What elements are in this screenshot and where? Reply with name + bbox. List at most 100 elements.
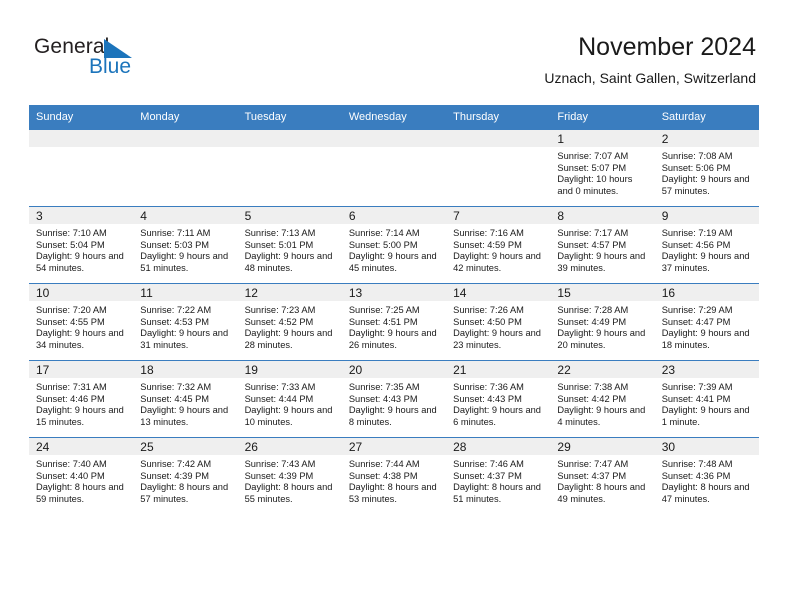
daylight-text: Daylight: 10 hours and 0 minutes.	[557, 174, 633, 196]
calendar-day-cell[interactable]: 1 Sunrise: 7:07 AM Sunset: 5:07 PM Daylight…	[550, 129, 655, 207]
day-details: Sunrise: 7:17 AM Sunset: 4:57 PM Daylight:…	[550, 224, 654, 274]
sunrise-text: Sunrise: 7:23 AM	[244, 305, 316, 315]
sunset-text: Sunset: 4:46 PM	[36, 393, 105, 404]
sunrise-text: Sunrise: 7:26 AM	[453, 305, 524, 315]
calendar-day-cell[interactable]: 16 Sunrise: 7:29 AM Sunset: 4:47 PM Dayligh…	[654, 283, 759, 361]
calendar-week-row: 1 Sunrise: 7:07 AM Sunset: 5:07 PM Daylight…	[29, 129, 759, 207]
daylight-text: Daylight: 9 hours and 23 minutes.	[453, 328, 541, 350]
day-details: Sunrise: 7:07 AM Sunset: 5:07 PM Daylight:…	[550, 147, 654, 197]
day-number: 4	[133, 207, 238, 224]
day-number: 26	[237, 438, 342, 455]
calendar-day-cell[interactable]: 14 Sunrise: 7:26 AM Sunset: 4:50 PM Dayligh…	[446, 283, 551, 361]
day-details: Sunrise: 7:43 AM Sunset: 4:39 PM Daylight:…	[238, 455, 342, 505]
sunrise-text: Sunrise: 7:14 AM	[348, 228, 420, 238]
calendar-day-cell[interactable]: 25 Sunrise: 7:42 AM Sunset: 4:39 PM Dayligh…	[133, 437, 238, 514]
day-number: 7	[446, 207, 551, 224]
daylight-text: Daylight: 9 hours and 20 minutes.	[557, 328, 646, 350]
day-details: Sunrise: 7:14 AM Sunset: 5:00 PM Daylight:…	[342, 224, 446, 274]
sunrise-text: Sunrise: 7:17 AM	[557, 228, 629, 238]
calendar-week-row: 24 Sunrise: 7:40 AM Sunset: 4:40 PM Dayligh…	[29, 437, 759, 514]
daylight-text: Daylight: 8 hours and 49 minutes.	[557, 482, 646, 504]
day-details: Sunrise: 7:31 AM Sunset: 4:46 PM Daylight:…	[29, 378, 133, 428]
daylight-text: Daylight: 9 hours and 39 minutes.	[557, 251, 646, 273]
sunset-text: Sunset: 4:56 PM	[661, 239, 731, 250]
daylight-text: Daylight: 9 hours and 42 minutes.	[453, 251, 541, 273]
sunset-text: Sunset: 4:39 PM	[244, 470, 314, 481]
day-number	[341, 130, 447, 147]
calendar-day-cell[interactable]: 11 Sunrise: 7:22 AM Sunset: 4:53 PM Dayligh…	[133, 283, 238, 361]
calendar-day-cell[interactable]: 13 Sunrise: 7:25 AM Sunset: 4:51 PM Dayligh…	[341, 283, 447, 361]
daylight-text: Daylight: 9 hours and 26 minutes.	[348, 328, 437, 350]
calendar-day-cell[interactable]: 27 Sunrise: 7:44 AM Sunset: 4:38 PM Dayligh…	[341, 437, 447, 514]
sunrise-text: Sunrise: 7:22 AM	[140, 305, 212, 315]
calendar-day-cell[interactable]: 8 Sunrise: 7:17 AM Sunset: 4:57 PM Daylight…	[550, 206, 655, 284]
day-number: 3	[29, 207, 134, 224]
day-number: 21	[446, 361, 551, 378]
day-number: 20	[341, 361, 447, 378]
calendar-day-cell[interactable]: 10 Sunrise: 7:20 AM Sunset: 4:55 PM Dayligh…	[29, 283, 134, 361]
calendar-day-cell[interactable]: 6 Sunrise: 7:14 AM Sunset: 5:00 PM Daylight…	[341, 206, 447, 284]
day-number: 23	[654, 361, 759, 378]
sunset-text: Sunset: 4:55 PM	[36, 316, 105, 327]
daylight-text: Daylight: 9 hours and 54 minutes.	[36, 251, 124, 273]
sunrise-text: Sunrise: 7:11 AM	[140, 228, 211, 238]
calendar-day-cell[interactable]: 5 Sunrise: 7:13 AM Sunset: 5:01 PM Daylight…	[237, 206, 342, 284]
sunset-text: Sunset: 4:37 PM	[557, 470, 627, 481]
daylight-text: Daylight: 8 hours and 53 minutes.	[348, 482, 437, 504]
sunrise-text: Sunrise: 7:42 AM	[140, 459, 212, 469]
day-number: 6	[341, 207, 447, 224]
calendar-day-cell[interactable]: 15 Sunrise: 7:28 AM Sunset: 4:49 PM Dayligh…	[550, 283, 655, 361]
daylight-text: Daylight: 9 hours and 1 minute.	[661, 405, 750, 427]
calendar-day-cell[interactable]: 17 Sunrise: 7:31 AM Sunset: 4:46 PM Dayligh…	[29, 360, 134, 438]
day-number: 1	[550, 130, 655, 147]
calendar-day-cell[interactable]: 24 Sunrise: 7:40 AM Sunset: 4:40 PM Dayligh…	[29, 437, 134, 514]
sunrise-text: Sunrise: 7:28 AM	[557, 305, 629, 315]
calendar-day-cell[interactable]: 2 Sunrise: 7:08 AM Sunset: 5:06 PM Daylight…	[654, 129, 759, 207]
day-number: 14	[446, 284, 551, 301]
day-number: 19	[237, 361, 342, 378]
daylight-text: Daylight: 9 hours and 48 minutes.	[244, 251, 333, 273]
calendar-day-cell[interactable]: 18 Sunrise: 7:32 AM Sunset: 4:45 PM Dayligh…	[133, 360, 238, 438]
calendar-cell-empty	[237, 129, 342, 207]
day-number: 27	[341, 438, 447, 455]
calendar-day-cell[interactable]: 29 Sunrise: 7:47 AM Sunset: 4:37 PM Dayligh…	[550, 437, 655, 514]
daylight-text: Daylight: 9 hours and 31 minutes.	[140, 328, 229, 350]
sunset-text: Sunset: 4:51 PM	[348, 316, 418, 327]
sunset-text: Sunset: 5:01 PM	[244, 239, 314, 250]
daylight-text: Daylight: 8 hours and 55 minutes.	[244, 482, 333, 504]
weekday-header-saturday: Saturday	[654, 105, 759, 130]
sunrise-text: Sunrise: 7:39 AM	[661, 382, 733, 392]
day-details: Sunrise: 7:46 AM Sunset: 4:37 PM Daylight:…	[446, 455, 550, 505]
day-details: Sunrise: 7:48 AM Sunset: 4:36 PM Daylight:…	[655, 455, 759, 505]
sunset-text: Sunset: 4:37 PM	[453, 470, 522, 481]
day-details: Sunrise: 7:08 AM Sunset: 5:06 PM Daylight:…	[655, 147, 759, 197]
calendar-day-cell[interactable]: 28 Sunrise: 7:46 AM Sunset: 4:37 PM Dayligh…	[446, 437, 551, 514]
day-number	[237, 130, 342, 147]
sunrise-text: Sunrise: 7:10 AM	[36, 228, 107, 238]
calendar-day-cell[interactable]: 30 Sunrise: 7:48 AM Sunset: 4:36 PM Dayligh…	[654, 437, 759, 514]
calendar-day-cell[interactable]: 21 Sunrise: 7:36 AM Sunset: 4:43 PM Dayligh…	[446, 360, 551, 438]
page-header: General Blue November 2024 Uznach, Saint…	[0, 0, 792, 100]
daylight-text: Daylight: 9 hours and 57 minutes.	[661, 174, 750, 196]
daylight-text: Daylight: 9 hours and 13 minutes.	[140, 405, 229, 427]
day-number	[133, 130, 238, 147]
daylight-text: Daylight: 9 hours and 34 minutes.	[36, 328, 124, 350]
general-blue-logo[interactable]: General Blue	[34, 36, 264, 88]
calendar-day-cell[interactable]: 9 Sunrise: 7:19 AM Sunset: 4:56 PM Daylight…	[654, 206, 759, 284]
sunrise-text: Sunrise: 7:16 AM	[453, 228, 524, 238]
calendar-day-cell[interactable]: 20 Sunrise: 7:35 AM Sunset: 4:43 PM Dayligh…	[341, 360, 447, 438]
page-title: November 2024	[578, 33, 756, 61]
daylight-text: Daylight: 9 hours and 4 minutes.	[557, 405, 646, 427]
calendar-day-cell[interactable]: 12 Sunrise: 7:23 AM Sunset: 4:52 PM Dayligh…	[237, 283, 342, 361]
daylight-text: Daylight: 9 hours and 6 minutes.	[453, 405, 541, 427]
calendar-cell-empty	[341, 129, 447, 207]
calendar-day-cell[interactable]: 3 Sunrise: 7:10 AM Sunset: 5:04 PM Daylight…	[29, 206, 134, 284]
weekday-header-monday: Monday	[133, 105, 238, 130]
calendar-day-cell[interactable]: 4 Sunrise: 7:11 AM Sunset: 5:03 PM Daylight…	[133, 206, 238, 284]
calendar-day-cell[interactable]: 22 Sunrise: 7:38 AM Sunset: 4:42 PM Dayligh…	[550, 360, 655, 438]
calendar-day-cell[interactable]: 19 Sunrise: 7:33 AM Sunset: 4:44 PM Dayligh…	[237, 360, 342, 438]
daylight-text: Daylight: 9 hours and 18 minutes.	[661, 328, 750, 350]
calendar-day-cell[interactable]: 26 Sunrise: 7:43 AM Sunset: 4:39 PM Dayligh…	[237, 437, 342, 514]
calendar-day-cell[interactable]: 7 Sunrise: 7:16 AM Sunset: 4:59 PM Daylight…	[446, 206, 551, 284]
calendar-day-cell[interactable]: 23 Sunrise: 7:39 AM Sunset: 4:41 PM Dayligh…	[654, 360, 759, 438]
